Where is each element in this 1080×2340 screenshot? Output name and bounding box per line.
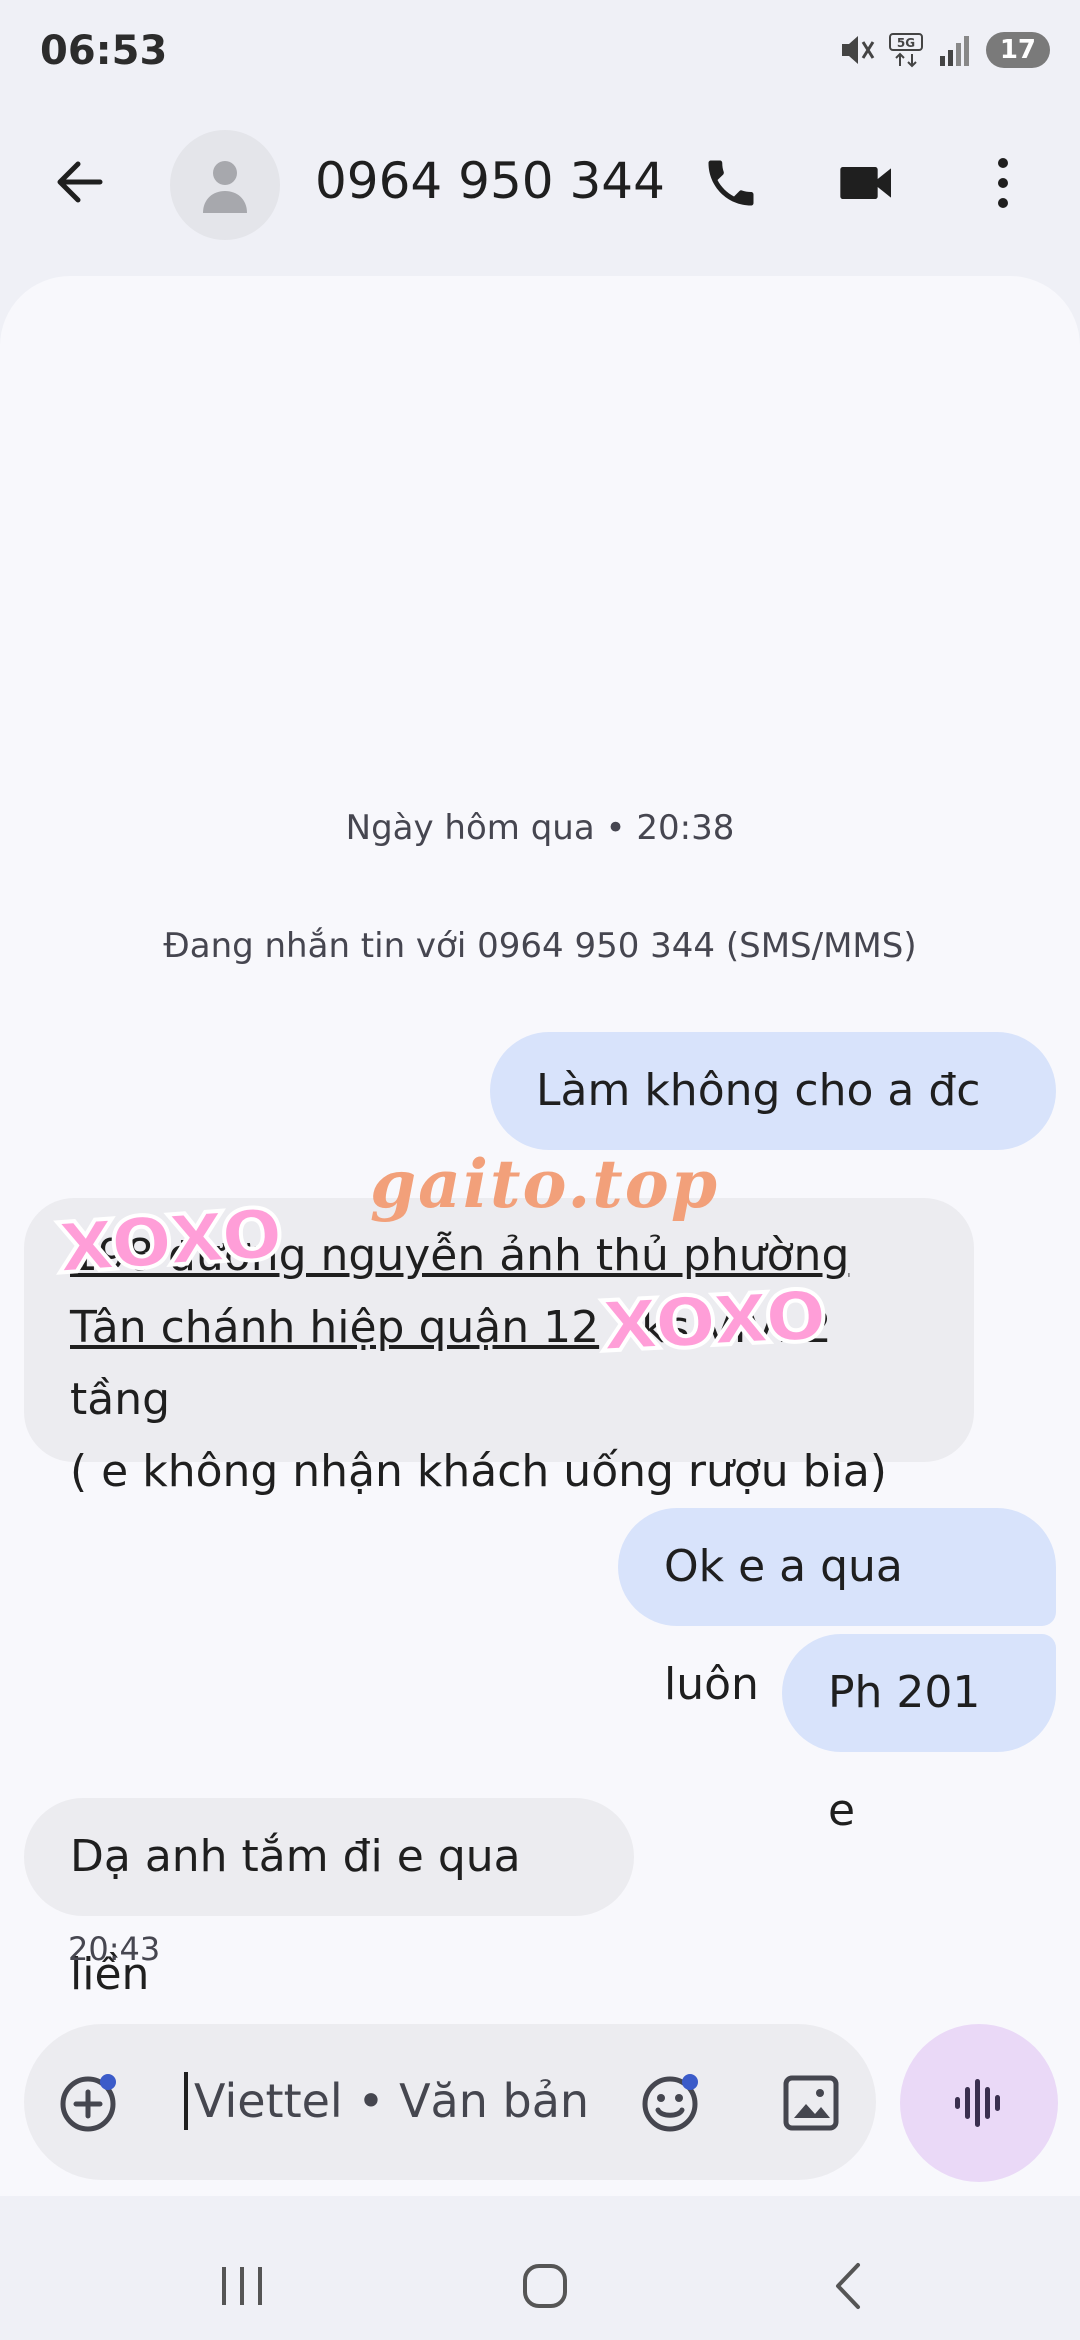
5g-icon: 5G xyxy=(888,33,923,68)
back-nav-button[interactable] xyxy=(808,2254,888,2318)
date-divider: Ngày hôm qua • 20:38 xyxy=(345,808,735,848)
app-bar: 0964 950 344 xyxy=(0,120,1080,250)
mute-icon xyxy=(841,36,875,64)
recent-apps-button[interactable] xyxy=(203,2254,283,2318)
arrow-back-icon xyxy=(57,161,103,203)
add-attachment-button[interactable] xyxy=(58,2070,122,2134)
image-icon xyxy=(783,2075,839,2131)
address-link[interactable]: Tân chánh hiệp quận 12 xyxy=(70,1302,599,1353)
message-bubble-outgoing[interactable]: Ph 201 e xyxy=(782,1634,1056,1836)
message-bubble-outgoing[interactable]: Ok e a qua luôn xyxy=(618,1508,1056,1710)
video-call-button[interactable] xyxy=(832,148,902,218)
navigation-bar xyxy=(0,2230,1080,2340)
home-icon xyxy=(523,2264,567,2308)
chevron-left-icon xyxy=(836,2263,860,2309)
home-button[interactable] xyxy=(505,2254,585,2318)
watermark-text: gaito.top xyxy=(370,1145,719,1223)
avatar[interactable] xyxy=(170,130,280,240)
signal-icon xyxy=(939,36,969,66)
audio-waveform-icon xyxy=(955,2079,1000,2127)
message-composer: Viettel • Văn bản xyxy=(24,2024,876,2180)
add-circle-icon xyxy=(60,2074,116,2132)
message-input[interactable]: Viettel • Văn bản xyxy=(184,2072,589,2130)
watermark-sticker: xoxo xyxy=(595,1252,825,1374)
status-time: 06:53 xyxy=(40,28,168,74)
battery-indicator: 17 xyxy=(985,32,1050,68)
emoji-icon xyxy=(642,2074,698,2132)
recents-icon xyxy=(222,2267,262,2305)
conversation-info: Đang nhắn tin với 0964 950 344 (SMS/MMS) xyxy=(163,926,917,966)
message-timestamp: 20:43 xyxy=(68,1930,161,1968)
voice-message-button[interactable] xyxy=(900,2024,1058,2182)
more-vert-icon xyxy=(998,158,1008,208)
status-icons: 5G 17 xyxy=(836,30,1050,70)
gallery-button[interactable] xyxy=(780,2072,842,2134)
contact-name[interactable]: 0964 950 344 xyxy=(315,152,665,210)
status-bar: 06:53 5G 17 xyxy=(0,0,1080,100)
message-bubble-incoming[interactable]: Dạ anh tắm đi e qua liền xyxy=(24,1798,634,2000)
emoji-button[interactable] xyxy=(640,2070,704,2134)
message-text: ( e không nhận khách uống rượu bia) xyxy=(70,1446,887,1497)
message-line: ( e không nhận khách uống rượu bia) xyxy=(70,1436,928,1508)
videocam-icon xyxy=(840,167,891,199)
message-bubble-outgoing[interactable]: Làm không cho a đc e xyxy=(490,1032,1056,1234)
back-button[interactable] xyxy=(48,150,112,214)
more-options-button[interactable] xyxy=(968,148,1038,218)
watermark-sticker: xoxo xyxy=(51,1170,283,1296)
phone-icon xyxy=(708,160,754,206)
person-icon xyxy=(203,161,247,213)
call-button[interactable] xyxy=(696,148,766,218)
svg-text:5G: 5G xyxy=(897,36,915,50)
